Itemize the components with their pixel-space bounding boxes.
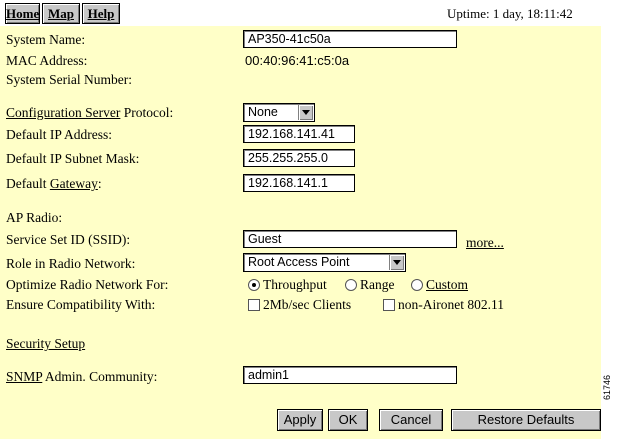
configuration-server-link[interactable]: Configuration Server	[6, 105, 120, 120]
security-setup-link[interactable]: Security Setup	[6, 336, 85, 352]
range-radio[interactable]	[345, 279, 357, 291]
gateway-link[interactable]: Gateway	[50, 176, 98, 191]
home-button[interactable]: Home	[5, 3, 40, 24]
gateway-label-prefix: Default	[6, 176, 50, 191]
2mb-clients-checkbox[interactable]	[248, 299, 260, 311]
ssid-label: Service Set ID (SSID):	[6, 232, 131, 247]
ip-address-label: Default IP Address:	[6, 127, 112, 142]
ap-radio-heading: AP Radio:	[6, 210, 63, 225]
custom-link[interactable]: Custom	[426, 277, 468, 293]
gateway-label-suffix: :	[97, 176, 102, 191]
protocol-selected-value: None	[248, 105, 278, 119]
non-aironet-checkbox[interactable]	[383, 299, 395, 311]
subnet-mask-input[interactable]: 255.255.255.0	[243, 149, 355, 167]
map-button[interactable]: Map	[42, 3, 80, 24]
chevron-down-icon[interactable]	[298, 105, 313, 120]
gateway-input[interactable]: 192.168.141.1	[243, 174, 355, 192]
role-select[interactable]: Root Access Point	[243, 253, 406, 272]
snmp-community-input[interactable]: admin1	[243, 366, 457, 384]
snmp-label-text: Admin. Community:	[42, 369, 158, 384]
system-name-input[interactable]: AP350-41c50a	[243, 30, 457, 48]
restore-defaults-button[interactable]: Restore Defaults	[451, 409, 601, 431]
range-label: Range	[360, 277, 395, 292]
2mb-clients-label: 2Mb/sec Clients	[263, 297, 352, 312]
role-selected-value: Root Access Point	[248, 255, 350, 269]
snmp-link[interactable]: SNMP	[6, 369, 42, 384]
ssid-input[interactable]: Guest	[243, 230, 457, 248]
throughput-radio[interactable]	[248, 279, 260, 291]
system-name-label: System Name:	[6, 32, 86, 47]
chevron-down-icon[interactable]	[389, 255, 404, 270]
apply-button[interactable]: Apply	[277, 409, 323, 431]
help-button[interactable]: Help	[82, 3, 120, 24]
more-link[interactable]: more...	[466, 235, 504, 251]
compatibility-label: Ensure Compatibility With:	[6, 297, 156, 312]
mac-address-value: 00:40:96:41:c5:0a	[245, 53, 350, 68]
figure-id: 61746	[602, 374, 612, 400]
gateway-label: Default Gateway:	[6, 176, 102, 192]
custom-radio[interactable]	[411, 279, 423, 291]
protocol-select[interactable]: None	[243, 103, 315, 122]
uptime-text: Uptime: 1 day, 18:11:42	[447, 6, 573, 21]
ok-button[interactable]: OK	[328, 409, 368, 431]
top-bar: Home Map Help Uptime: 1 day, 18:11:42	[0, 0, 618, 26]
role-label: Role in Radio Network:	[6, 256, 136, 271]
serial-number-label: System Serial Number:	[6, 72, 132, 87]
ip-address-input[interactable]: 192.168.141.41	[243, 125, 355, 143]
snmp-community-label: SNMP Admin. Community:	[6, 369, 157, 385]
optimize-label: Optimize Radio Network For:	[6, 277, 169, 292]
throughput-label: Throughput	[263, 277, 327, 292]
cancel-button[interactable]: Cancel	[379, 409, 443, 431]
protocol-label-text: Protocol:	[120, 105, 174, 120]
subnet-mask-label: Default IP Subnet Mask:	[6, 151, 140, 166]
protocol-label: Configuration Server Protocol:	[6, 105, 173, 121]
non-aironet-label: non-Aironet 802.11	[398, 297, 504, 312]
mac-address-label: MAC Address:	[6, 53, 88, 68]
